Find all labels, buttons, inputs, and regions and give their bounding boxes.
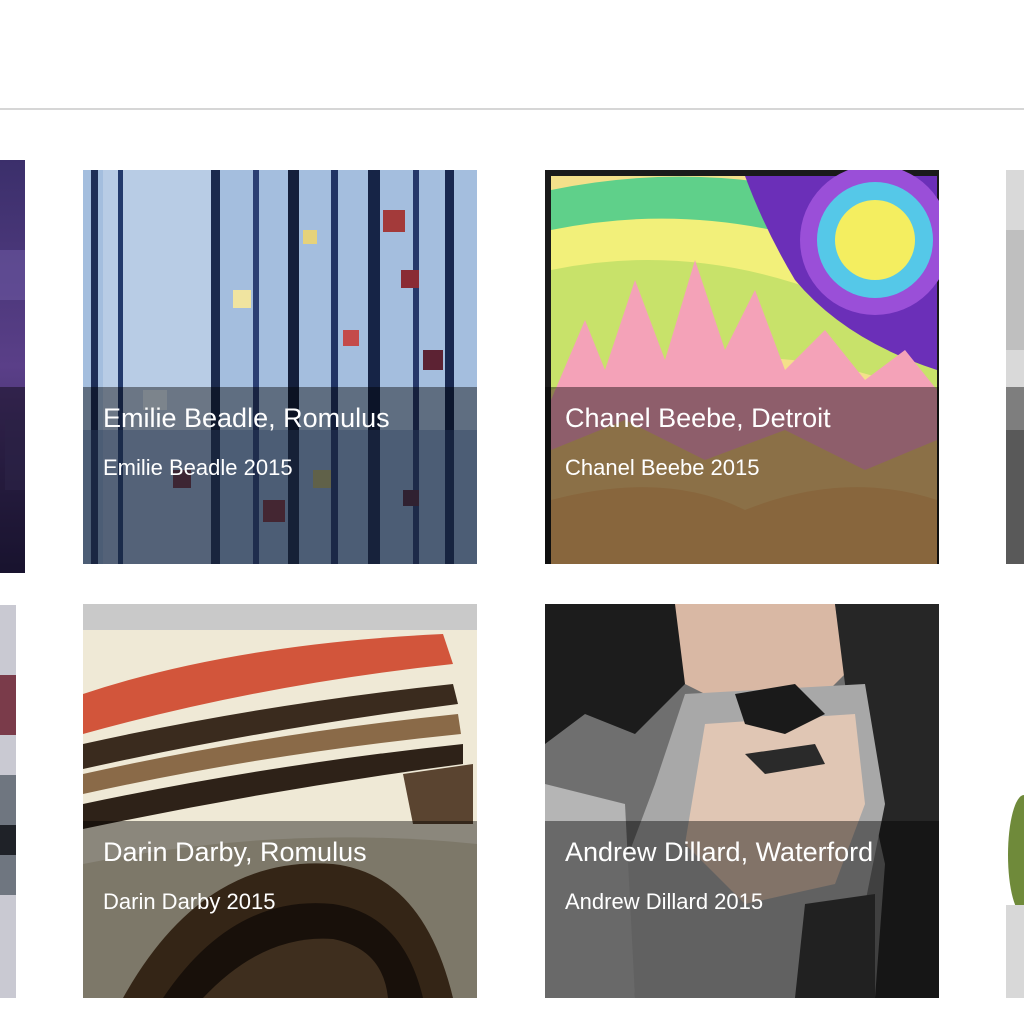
gallery-tile-andrew-dillard[interactable]: Andrew Dillard, Waterford Andrew Dillard…: [545, 604, 939, 998]
artwork-title: Darin Darby, Romulus: [103, 837, 367, 867]
artwork-title: Andrew Dillard, Waterford: [565, 837, 874, 867]
gallery-tile-partial-left-1[interactable]: [0, 160, 25, 573]
header-bar: [0, 0, 1024, 108]
artwork-title: Emilie Beadle, Romulus: [103, 403, 390, 433]
gallery-tile-emilie-beadle[interactable]: Emilie Beadle, Romulus Emilie Beadle 201…: [83, 170, 477, 564]
artwork-subtitle: Darin Darby 2015: [103, 889, 276, 914]
artwork-image: [1006, 605, 1024, 998]
artwork-subtitle: Emilie Beadle 2015: [103, 455, 293, 480]
gallery-tile-darin-darby[interactable]: Darin Darby, Romulus Darin Darby 2015: [83, 604, 477, 998]
gallery-tile-partial-right-1[interactable]: [1006, 170, 1024, 564]
caption-overlay: Chanel Beebe, Detroit Chanel Beebe 2015: [545, 387, 939, 564]
caption-overlay: Andrew Dillard, Waterford Andrew Dillard…: [545, 821, 939, 998]
artwork-image: [0, 605, 16, 998]
caption-overlay: Emilie Beadle, Romulus Emilie Beadle 201…: [83, 387, 477, 564]
artwork-subtitle: Chanel Beebe 2015: [565, 455, 760, 480]
gallery-tile-chanel-beebe[interactable]: Chanel Beebe, Detroit Chanel Beebe 2015: [545, 170, 939, 564]
gallery-page: Emilie Beadle, Romulus Emilie Beadle 201…: [0, 0, 1024, 1024]
gallery-tile-partial-left-2[interactable]: [0, 605, 16, 998]
artwork-subtitle: Andrew Dillard 2015: [565, 889, 764, 914]
caption-overlay: [1006, 387, 1024, 564]
caption-overlay: Darin Darby, Romulus Darin Darby 2015: [83, 821, 477, 998]
gallery-tile-partial-right-2[interactable]: [1006, 605, 1024, 998]
header-divider: [0, 108, 1024, 110]
caption-overlay: [0, 387, 25, 573]
artwork-title: Chanel Beebe, Detroit: [565, 403, 831, 433]
